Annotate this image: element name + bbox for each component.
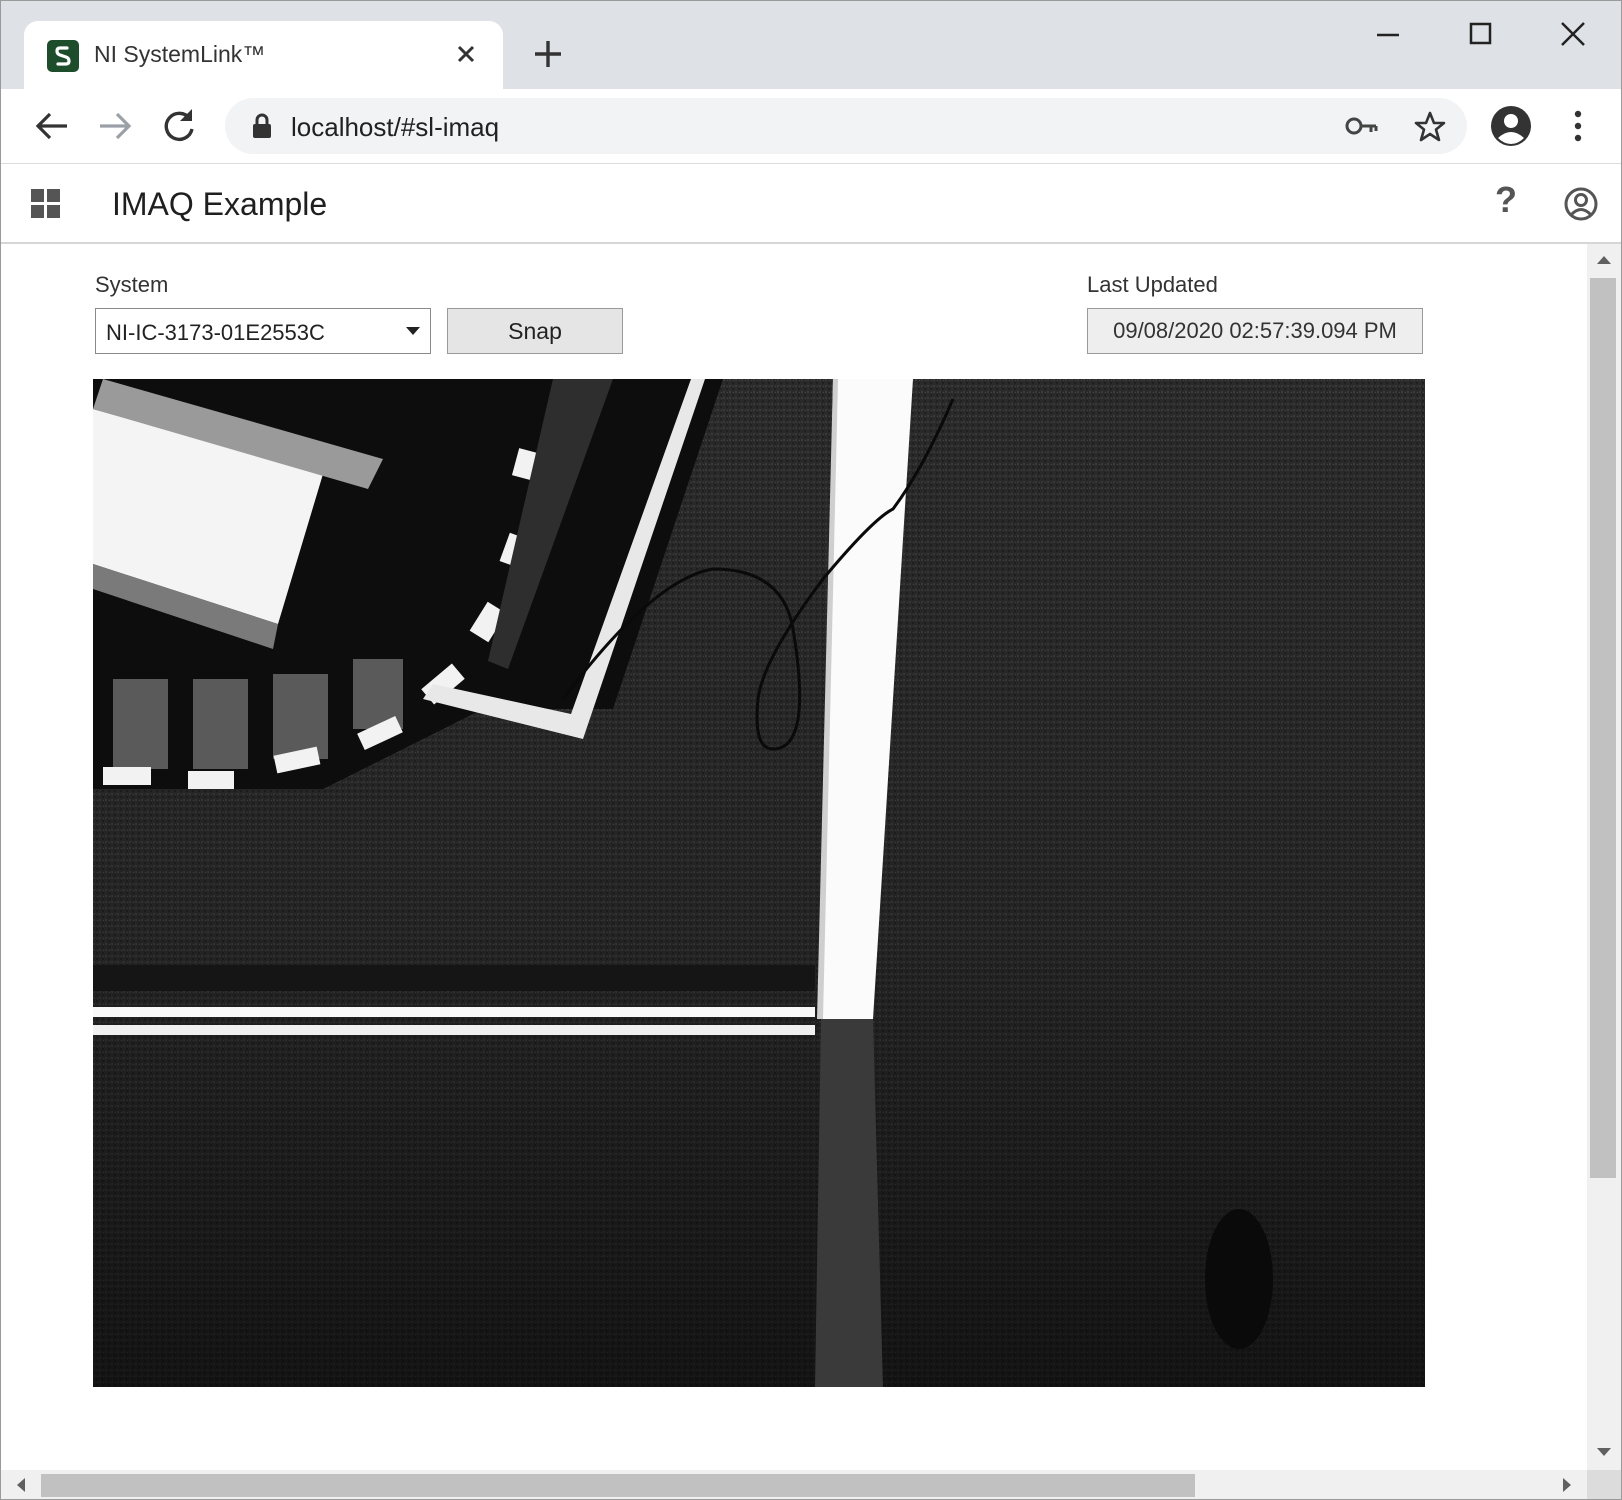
key-icon[interactable] — [1345, 112, 1379, 140]
last-updated-field: 09/08/2020 02:57:39.094 PM — [1087, 308, 1423, 354]
browser-window: NI SystemLink™ localhost/#sl-imaq IMAQ E… — [0, 0, 1622, 1500]
camera-image — [93, 379, 1425, 1387]
help-icon[interactable]: ? — [1488, 179, 1524, 221]
kebab-menu-icon[interactable] — [1563, 104, 1593, 148]
systemlink-logo-icon — [47, 40, 79, 72]
window-close-icon[interactable] — [1538, 11, 1608, 61]
minimize-icon[interactable] — [1353, 11, 1423, 61]
plus-icon[interactable] — [528, 34, 568, 74]
tab-strip: NI SystemLink™ — [1, 1, 1621, 89]
horizontal-scrollbar[interactable] — [1, 1470, 1587, 1499]
browser-toolbar: localhost/#sl-imaq — [1, 89, 1621, 164]
chevron-down-icon — [406, 327, 420, 335]
lock-icon[interactable] — [249, 112, 275, 140]
user-icon[interactable] — [1563, 186, 1599, 222]
system-select[interactable]: NI-IC-3173-01E2553C — [95, 308, 431, 354]
vertical-scroll-thumb[interactable] — [1590, 278, 1616, 1178]
arrow-left-icon[interactable] — [29, 103, 75, 149]
star-icon[interactable] — [1413, 110, 1447, 144]
browser-tab[interactable]: NI SystemLink™ — [24, 21, 503, 89]
close-icon[interactable] — [449, 37, 483, 71]
arrow-right-icon[interactable] — [92, 103, 138, 149]
address-bar[interactable]: localhost/#sl-imaq — [225, 98, 1467, 154]
scroll-left-icon[interactable] — [17, 1478, 25, 1492]
url-text[interactable]: localhost/#sl-imaq — [291, 112, 499, 143]
maximize-icon[interactable] — [1446, 11, 1516, 61]
main-content: System NI-IC-3173-01E2553C Snap Last Upd… — [1, 244, 1587, 1470]
snap-button[interactable]: Snap — [447, 308, 623, 354]
tab-title: NI SystemLink™ — [94, 41, 266, 67]
last-updated-label: Last Updated — [1087, 272, 1218, 297]
system-select-value: NI-IC-3173-01E2553C — [106, 320, 325, 345]
profile-icon[interactable] — [1489, 104, 1533, 148]
apps-grid-icon[interactable] — [31, 189, 61, 219]
vertical-scrollbar[interactable] — [1587, 244, 1621, 1470]
scroll-down-icon[interactable] — [1597, 1448, 1611, 1456]
horizontal-scroll-thumb[interactable] — [41, 1474, 1195, 1497]
app-header: IMAQ Example ? — [1, 164, 1621, 244]
scroll-right-icon[interactable] — [1563, 1478, 1571, 1492]
scroll-up-icon[interactable] — [1597, 256, 1611, 264]
reload-icon[interactable] — [156, 103, 202, 149]
page-title: IMAQ Example — [112, 186, 328, 222]
scrollbar-corner — [1587, 1470, 1621, 1499]
system-label: System — [95, 272, 169, 297]
